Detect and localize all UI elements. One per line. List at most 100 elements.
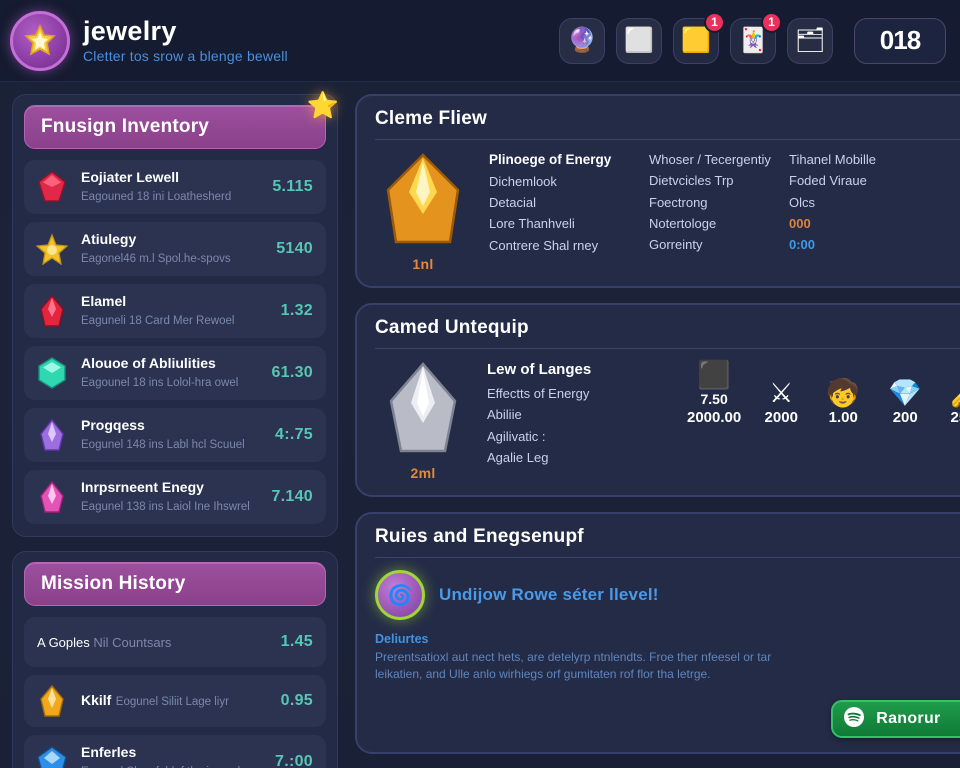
overview-stat-line: Foded Viraue <box>789 173 867 189</box>
overview-stat-line: Detacial <box>489 195 536 211</box>
rules-footer: Ranorur <box>375 690 960 738</box>
blue-gem-icon <box>35 745 69 768</box>
currency-counter[interactable]: 018 <box>854 17 946 64</box>
primary-action-button[interactable]: Ranorur <box>831 700 960 738</box>
overview-card-title: Cleme Fliew <box>375 108 488 129</box>
overview-column-1: Plinoege of Energy Dichemlook Detacial L… <box>489 152 649 254</box>
toolbar-loot-card-icon[interactable]: 🃏 1 <box>730 11 782 64</box>
equip-gem-caption: 2ml <box>410 465 436 481</box>
overview-stat-line: Olcs <box>789 194 815 210</box>
inventory-item-text: Atiulegy Eagonel46 m.l Spol.he-spovs <box>81 231 264 267</box>
mission-history-item-value: 0.95 <box>280 692 313 709</box>
inventory-panel-title: Fnusign Inventory <box>41 116 210 137</box>
inventory-item-text: Progqess Eogunel 148 ins Labl hcl Scuuel <box>81 417 263 453</box>
crossed-swords-icon: ⚔ <box>769 378 794 408</box>
inventory-item-name: Progqess <box>81 417 145 433</box>
inventory-item-name: Inrpsrneent Enegy <box>81 479 204 495</box>
equip-stat-tile[interactable]: ⬛ 7.50 2000.00 <box>687 361 741 427</box>
overview-stat-columns: Plinoege of Energy Dichemlook Detacial L… <box>489 152 960 254</box>
divider <box>375 557 960 558</box>
mission-history-summary-row[interactable]: A Goples Nil Countsars 1.45 <box>24 617 326 667</box>
equip-stat-tile[interactable]: 🧒 1.00 <box>821 378 865 427</box>
overview-gem: 1nl <box>375 152 471 272</box>
emerald-gem-icon <box>35 356 69 390</box>
inventory-item[interactable]: Alouoe of Abliulities Eagounel 18 ins Lo… <box>24 346 326 400</box>
inventory-item[interactable]: Atiulegy Eagonel46 m.l Spol.he-spovs 514… <box>24 222 326 276</box>
overview-card: Cleme Fliew 1nl Plinoege of Energy Diche… <box>355 94 960 288</box>
inventory-item-value: 61.30 <box>271 364 313 381</box>
inventory-item-desc: Eagonel46 m.l Spol.he-spovs <box>81 253 231 265</box>
gold-bar-icon: 🟨 <box>681 26 711 54</box>
inventory-item-desc: Eagunel 138 ins Laiol Ine Ihswrel <box>81 501 250 513</box>
inventory-item[interactable]: Progqess Eogunel 148 ins Labl hcl Scuuel… <box>24 408 326 462</box>
toolbar: 🔮 ⬜ 🟨 1 🃏 1 🗂 018 <box>559 11 946 64</box>
inventory-panel-header: Fnusign Inventory ⭐ <box>24 92 339 149</box>
toolbar-treasure-chest-icon[interactable]: 🗂 <box>787 17 833 64</box>
equip-stat-tile[interactable]: 💎 200 <box>883 378 927 427</box>
overview-stat-line: Tihanel Mobille <box>789 152 876 167</box>
overview-gem-caption: 1nl <box>412 256 434 272</box>
inventory-item-value: 1.32 <box>280 302 313 319</box>
gold-crystal-icon <box>35 684 69 718</box>
equip-item-line: Agilivatic : <box>487 428 546 444</box>
mission-history-item-text: Kkilf Eogunel Siliit Lage liyr <box>81 692 269 710</box>
equip-card: Camed Untequip 2ml Lew of Langes Effectt… <box>355 303 960 497</box>
spotify-icon <box>843 706 865 732</box>
inventory-item-desc: Eaguneli 18 Card Mer Rewoel <box>81 315 235 327</box>
brand-text: jewelry Cletter tos srow a blenge bewell <box>83 15 288 64</box>
equip-stat-tile[interactable]: ⚔ 2000 <box>759 378 803 427</box>
overview-stat-line: Lore Thanhveli <box>489 216 575 232</box>
quest-orb-icon: 🌀 <box>375 570 425 620</box>
inventory-item-text: Elamel Eaguneli 18 Card Mer Rewoel <box>81 293 269 329</box>
overview-stat-line: Plinoege of Energy <box>489 152 612 167</box>
toolbar-crystal-shard-icon[interactable]: 🔮 <box>559 17 605 64</box>
mission-history-summary-text: A Goples Nil Countsars <box>37 635 269 650</box>
inventory-item-desc: Eagouned 18 ini Loathesherd <box>81 191 232 203</box>
equip-stat-value-secondary: 2560 <box>950 409 960 427</box>
gold-key-icon: 🔑 <box>950 379 960 408</box>
brand: jewelry Cletter tos srow a blenge bewell <box>10 10 288 71</box>
inventory-item-name: Alouoe of Abliulities <box>81 355 216 371</box>
star-gem-icon <box>35 232 69 266</box>
equip-info: Lew of Langes Effectts of Energy Abiliie… <box>487 361 667 466</box>
mission-history-summary-label: A Goples <box>37 634 90 650</box>
equip-item-line: Agalie Leg <box>487 449 549 465</box>
equip-stat-value-secondary: 1.00 <box>828 409 858 427</box>
primary-action-label: Ranorur <box>876 710 941 727</box>
mission-history-item-text: Enferles Eogunel Sl an fghlef the isoreu… <box>81 744 263 768</box>
ruby-spike-icon <box>35 294 69 328</box>
overview-stat-line: Whoser / Tecergentiy <box>649 152 771 167</box>
equip-stat-tile[interactable]: 🔑 2560 <box>945 379 960 427</box>
silver-crystal-icon <box>381 361 465 462</box>
equip-stat-tiles: ⬛ 7.50 2000.00 ⚔ 2000 🧒 1.00 💎 200 2 <box>683 361 960 427</box>
rules-subheading: Deliurtes <box>375 632 429 646</box>
rules-headline: Undijow Rowe séter llevel! <box>439 585 659 604</box>
mission-history-item[interactable]: Kkilf Eogunel Siliit Lage liyr 0.95 <box>24 675 326 727</box>
inventory-item-text: Eojiater Lewell Eagouned 18 ini Loathesh… <box>81 169 260 205</box>
inventory-item-name: Eojiater Lewell <box>81 169 180 185</box>
mission-history-item-desc: Eogunel Siliit Lage liyr <box>115 696 229 708</box>
inventory-item[interactable]: Eojiater Lewell Eagouned 18 ini Loathesh… <box>24 160 326 214</box>
page-title: jewelry <box>83 15 177 46</box>
overview-stat-value-blue: 0:00 <box>789 237 816 252</box>
white-stone-icon: ⬜ <box>624 26 654 54</box>
overview-card-body: 1nl Plinoege of Energy Dichemlook Detaci… <box>375 152 960 272</box>
equip-stat-value-primary: 7.50 <box>700 391 728 408</box>
character-icon: 🧒 <box>826 378 861 408</box>
mission-history-summary-sublabel: Nil Countsars <box>93 634 172 650</box>
mission-history-item[interactable]: Enferles Eogunel Sl an fghlef the isoreu… <box>24 735 326 768</box>
orange-crystal-icon <box>380 152 466 253</box>
overview-stat-line: Gorreinty <box>649 237 703 252</box>
red-gem-icon: 💎 <box>888 378 923 408</box>
top-bar: jewelry Cletter tos srow a blenge bewell… <box>0 0 960 82</box>
overview-stat-value-orange: 000 <box>789 215 811 231</box>
toolbar-gold-bar-icon[interactable]: 🟨 1 <box>673 11 725 64</box>
toolbar-white-stone-icon[interactable]: ⬜ <box>616 17 662 64</box>
inventory-item[interactable]: Inrpsrneent Enegy Eagunel 138 ins Laiol … <box>24 470 326 524</box>
overview-stat-line: Foectrong <box>649 194 708 210</box>
inventory-item[interactable]: Elamel Eaguneli 18 Card Mer Rewoel 1.32 <box>24 284 326 338</box>
inventory-item-text: Alouoe of Abliulities Eagounel 18 ins Lo… <box>81 355 259 391</box>
mission-history-item-name: Kkilf <box>81 692 112 708</box>
app-root: jewelry Cletter tos srow a blenge bewell… <box>0 0 960 768</box>
overview-column-2: Whoser / Tecergentiy Dietvcicles Trp Foe… <box>649 152 789 254</box>
